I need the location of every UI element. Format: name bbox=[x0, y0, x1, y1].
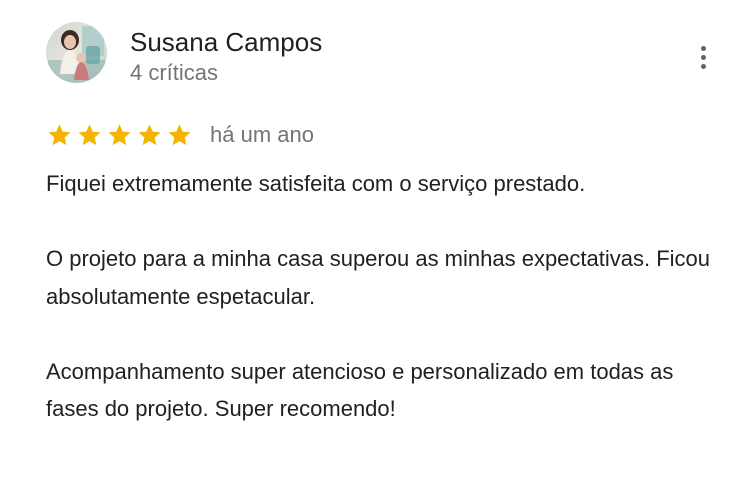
more-vert-icon bbox=[700, 45, 706, 51]
review-date: há um ano bbox=[210, 122, 314, 147]
review-paragraph: Acompanhamento super atencioso e persona… bbox=[46, 358, 674, 422]
avatar[interactable] bbox=[46, 22, 107, 83]
more-vert-icon-dot bbox=[700, 63, 706, 69]
review-card: Susana Campos 4 críticas há um ano Fique… bbox=[0, 0, 750, 488]
star-rating bbox=[46, 122, 193, 149]
more-options-button[interactable] bbox=[688, 38, 718, 76]
review-paragraph: O projeto para a minha casa superou as m… bbox=[46, 246, 711, 309]
review-paragraph: Fiquei extremamente satisfeita com o ser… bbox=[46, 171, 586, 196]
avatar-photo bbox=[46, 22, 107, 83]
more-vert-icon-dot bbox=[700, 54, 706, 60]
rating-row: há um ano bbox=[46, 118, 314, 152]
review-text: Fiquei extremamente satisfeita com o ser… bbox=[46, 165, 726, 428]
reviewer-name[interactable]: Susana Campos bbox=[130, 26, 322, 58]
star-icon bbox=[136, 122, 163, 149]
star-icon bbox=[166, 122, 193, 149]
review-count[interactable]: 4 críticas bbox=[130, 59, 218, 87]
star-icon bbox=[46, 122, 73, 149]
star-icon bbox=[76, 122, 103, 149]
star-icon bbox=[106, 122, 133, 149]
